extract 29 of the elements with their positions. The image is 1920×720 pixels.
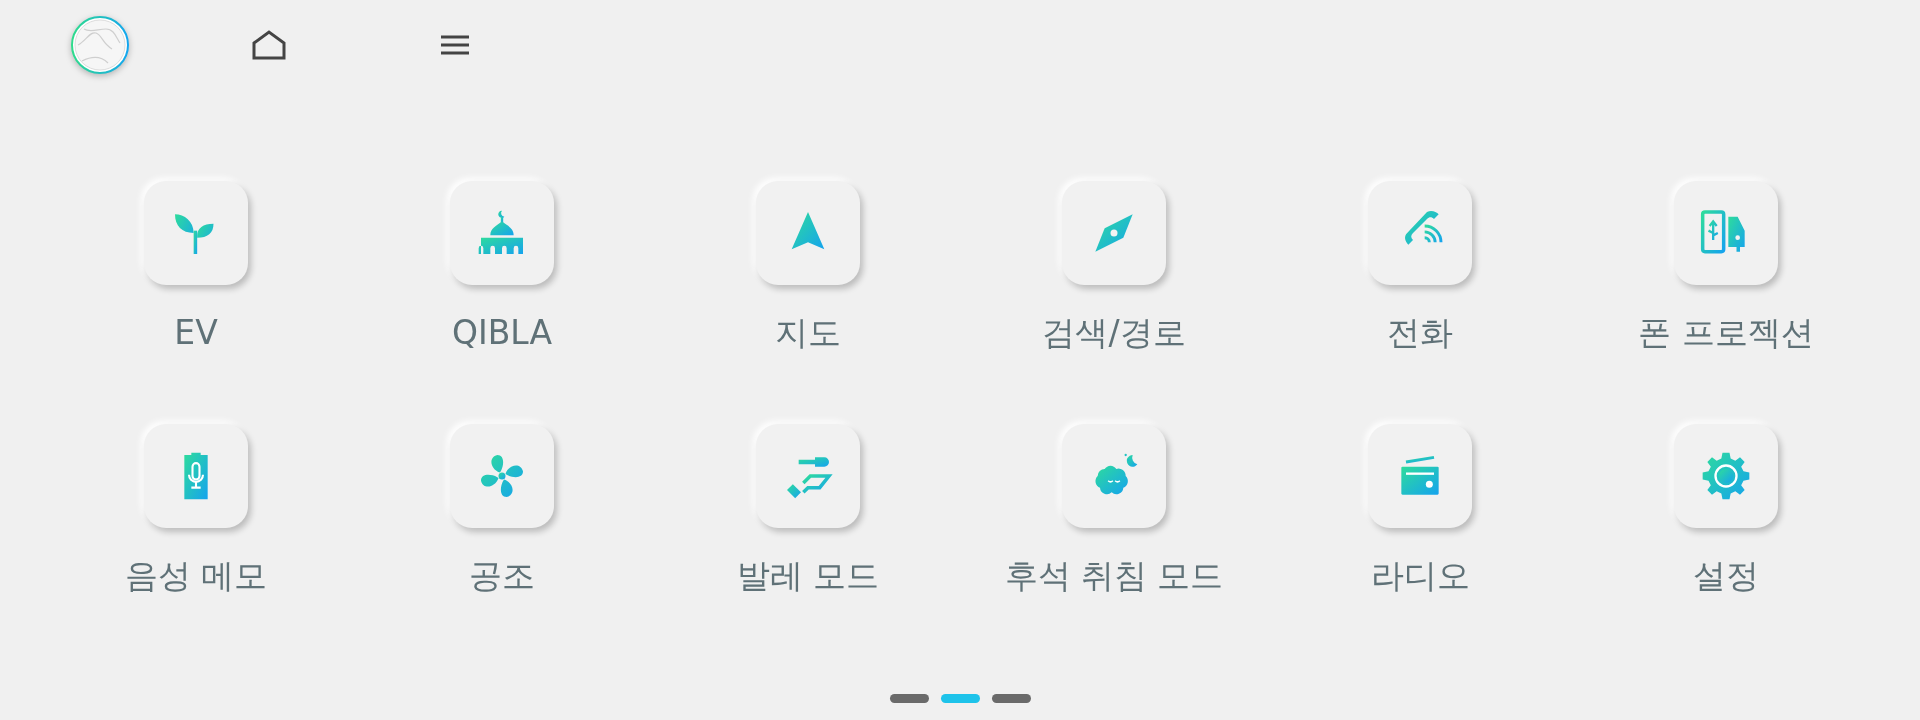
app-label[interactable]: 폰 프로젝션 [1638,315,1814,352]
app-label[interactable]: QIBLA [451,315,553,352]
app-button[interactable] [1062,181,1166,285]
app-label[interactable]: 발레 모드 [736,558,880,595]
app-button[interactable] [450,424,554,529]
app-label[interactable]: EV [174,315,218,352]
logo-icon[interactable] [70,15,130,75]
app-button[interactable] [450,181,554,285]
app-label[interactable]: 전화 [1387,315,1453,352]
app-label[interactable]: 음성 메모 [124,558,268,595]
app-label[interactable]: 설정 [1693,558,1759,595]
app-label[interactable]: 후석 취침 모드 [1004,558,1224,595]
menu-button[interactable] [441,34,469,56]
app-label[interactable]: 공조 [469,558,535,595]
page-indicator[interactable] [991,694,1031,703]
app-button[interactable] [1368,424,1472,529]
page-indicator[interactable] [889,694,929,703]
app-button[interactable] [144,181,248,285]
app-button[interactable] [1674,424,1778,529]
app-button[interactable] [756,424,860,529]
home-button[interactable] [252,30,286,60]
app-label[interactable]: 지도 [775,315,841,352]
app-button[interactable] [756,181,860,285]
app-button[interactable] [1368,181,1472,285]
app-button[interactable] [1674,181,1778,285]
app-label[interactable]: 검색/경로 [1042,315,1186,352]
app-button[interactable] [144,424,248,529]
app-label[interactable]: 라디오 [1370,558,1470,595]
app-button[interactable] [1062,424,1166,529]
